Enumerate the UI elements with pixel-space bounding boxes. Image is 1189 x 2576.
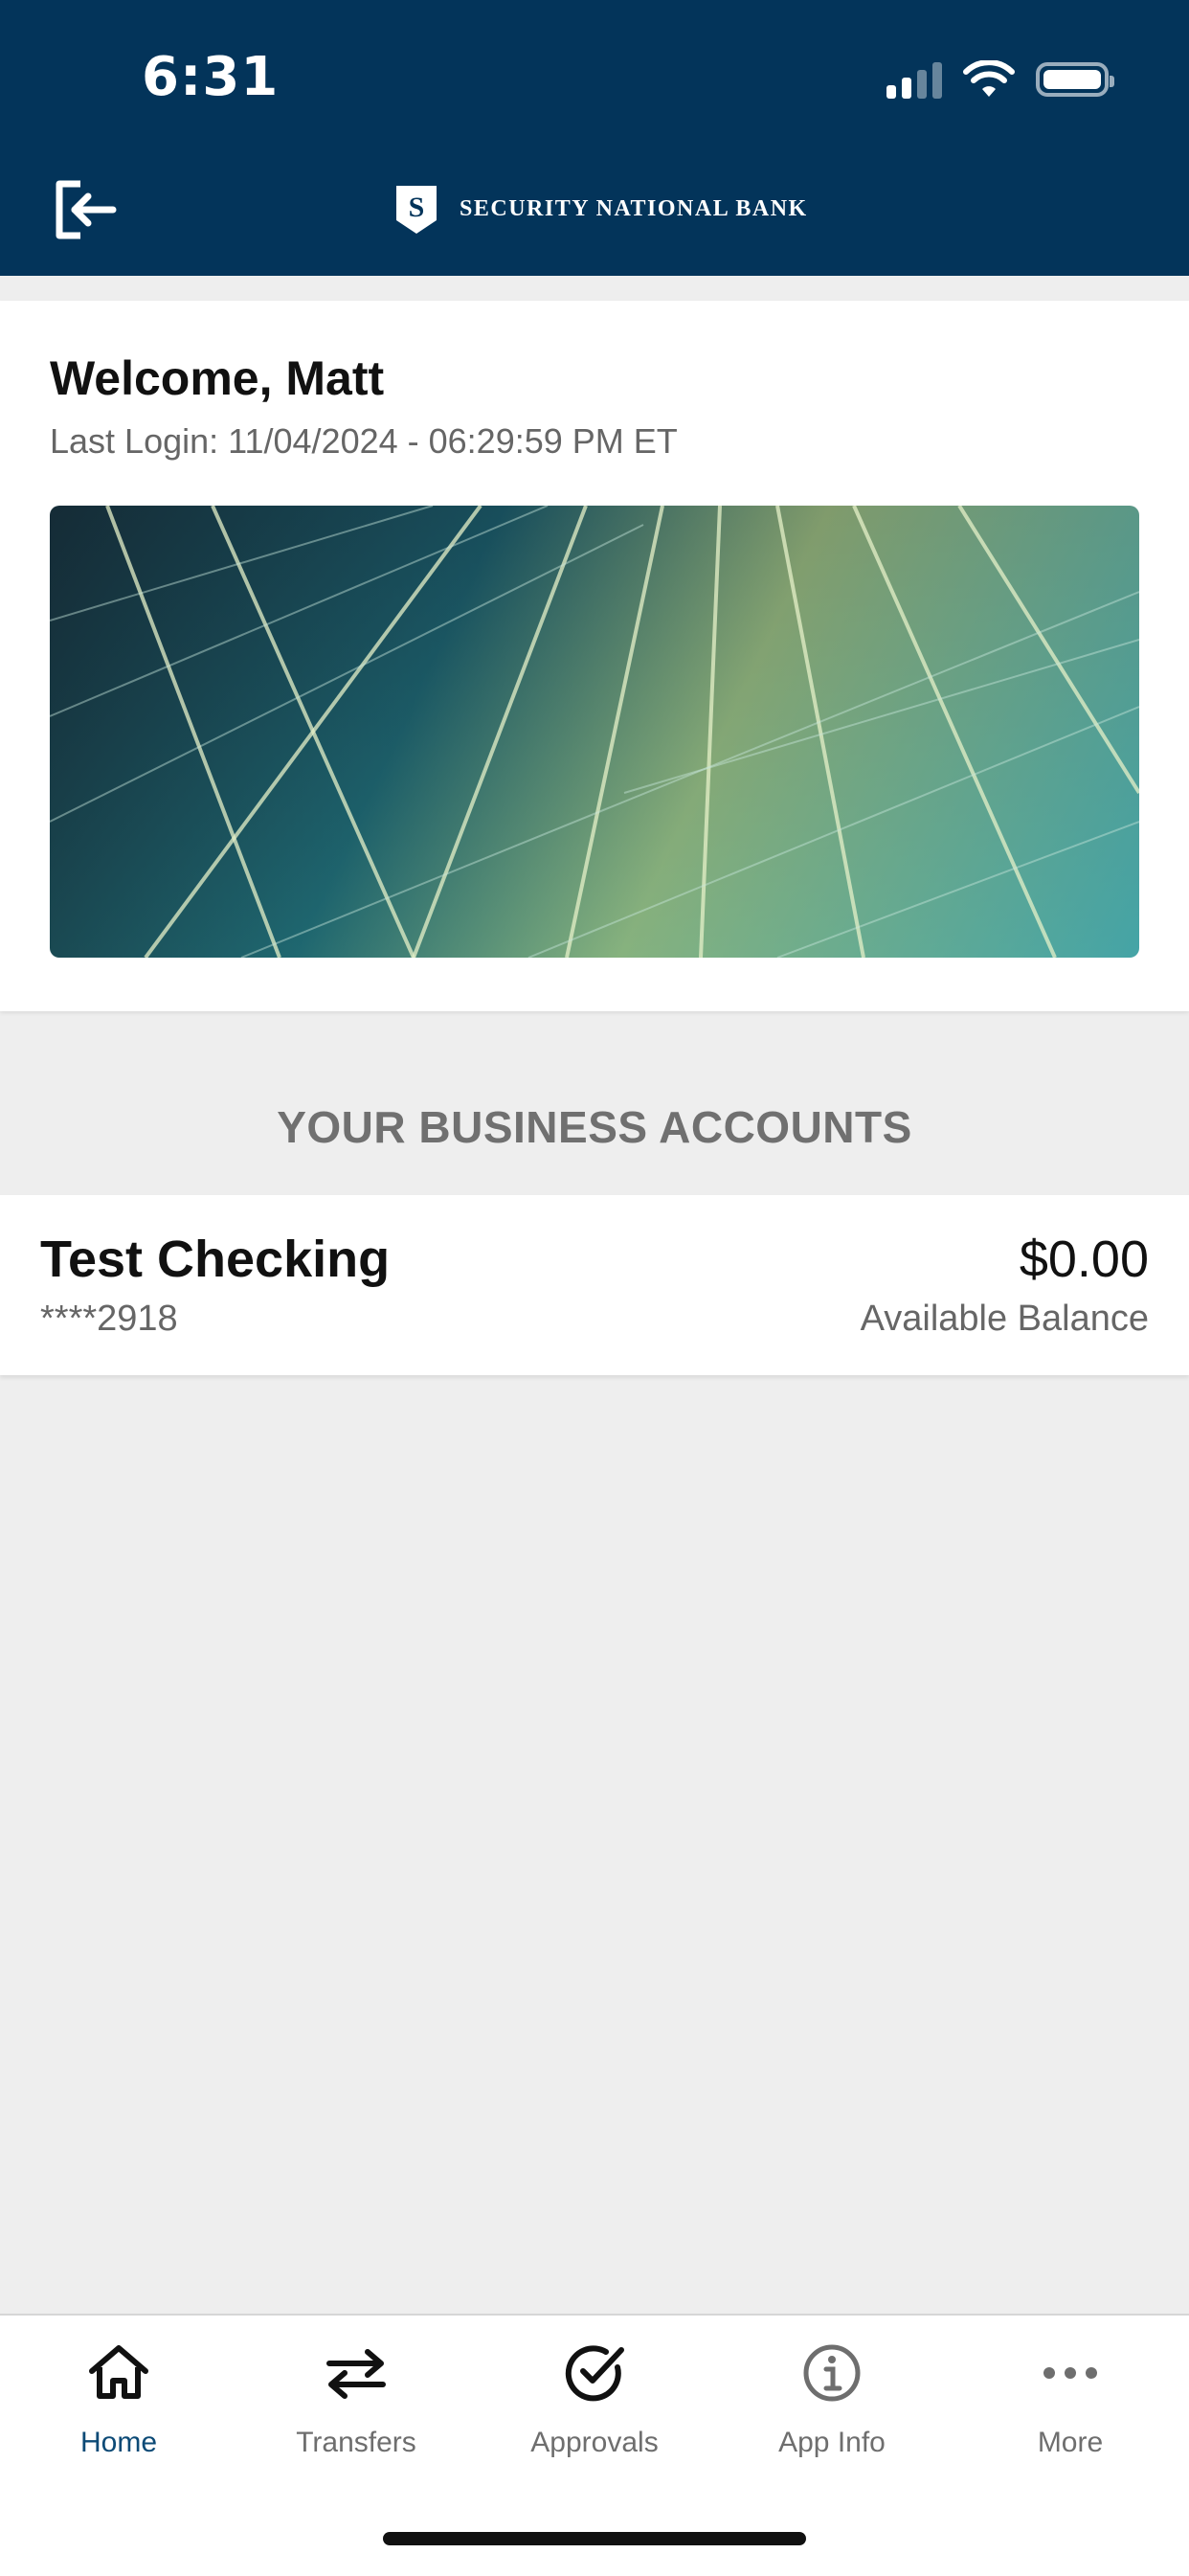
welcome-card: Welcome, Matt Last Login: 11/04/2024 - 0… — [0, 301, 1189, 1011]
tab-approvals-label: Approvals — [530, 2427, 659, 2458]
bank-name: SECURITY NATIONAL BANK — [460, 195, 808, 221]
welcome-title: Welcome, Matt — [50, 351, 385, 405]
logout-icon[interactable] — [52, 176, 119, 243]
account-name: Test Checking — [40, 1231, 391, 1288]
app-header: 6:31 S SECURITY NATIONAL BANK — [0, 0, 1189, 276]
hero-image — [50, 506, 1139, 958]
transfer-arrows-icon — [326, 2349, 386, 2399]
status-time: 6:31 — [142, 46, 280, 108]
building-facade-graphic — [50, 506, 1139, 958]
home-icon — [89, 2345, 148, 2399]
tab-home[interactable]: Home — [0, 2339, 237, 2459]
tab-transfers-label: Transfers — [296, 2427, 416, 2458]
account-balance: $0.00 — [1019, 1231, 1149, 1288]
home-indicator[interactable] — [383, 2532, 806, 2545]
tab-app-info-label: App Info — [778, 2427, 886, 2458]
tab-more-label: More — [1037, 2427, 1104, 2458]
account-number: ****2918 — [40, 1299, 178, 1339]
wifi-icon — [963, 60, 1015, 97]
battery-icon — [1036, 62, 1114, 97]
available-balance-label: Available Balance — [860, 1299, 1149, 1339]
status-icons — [886, 56, 1114, 103]
shield-logo-icon: S — [396, 186, 437, 234]
tab-app-info[interactable]: App Info — [713, 2339, 951, 2459]
tab-home-label: Home — [79, 2427, 158, 2458]
business-accounts-heading: YOUR BUSINESS ACCOUNTS — [277, 1102, 912, 1152]
account-row-test-checking[interactable]: Test Checking ****2918 $0.00 Available B… — [0, 1195, 1189, 1375]
more-dots-icon — [1043, 2367, 1097, 2379]
bank-logo: S SECURITY NATIONAL BANK — [393, 182, 808, 236]
tab-transfers[interactable]: Transfers — [237, 2339, 475, 2459]
svg-text:S: S — [409, 192, 425, 223]
cellular-signal-icon — [886, 60, 942, 99]
last-login-text: Last Login: 11/04/2024 - 06:29:59 PM ET — [50, 421, 678, 461]
info-icon — [803, 2344, 861, 2402]
tab-more[interactable]: More — [952, 2339, 1189, 2459]
tab-approvals[interactable]: Approvals — [476, 2339, 713, 2459]
check-circle-icon — [565, 2345, 624, 2402]
